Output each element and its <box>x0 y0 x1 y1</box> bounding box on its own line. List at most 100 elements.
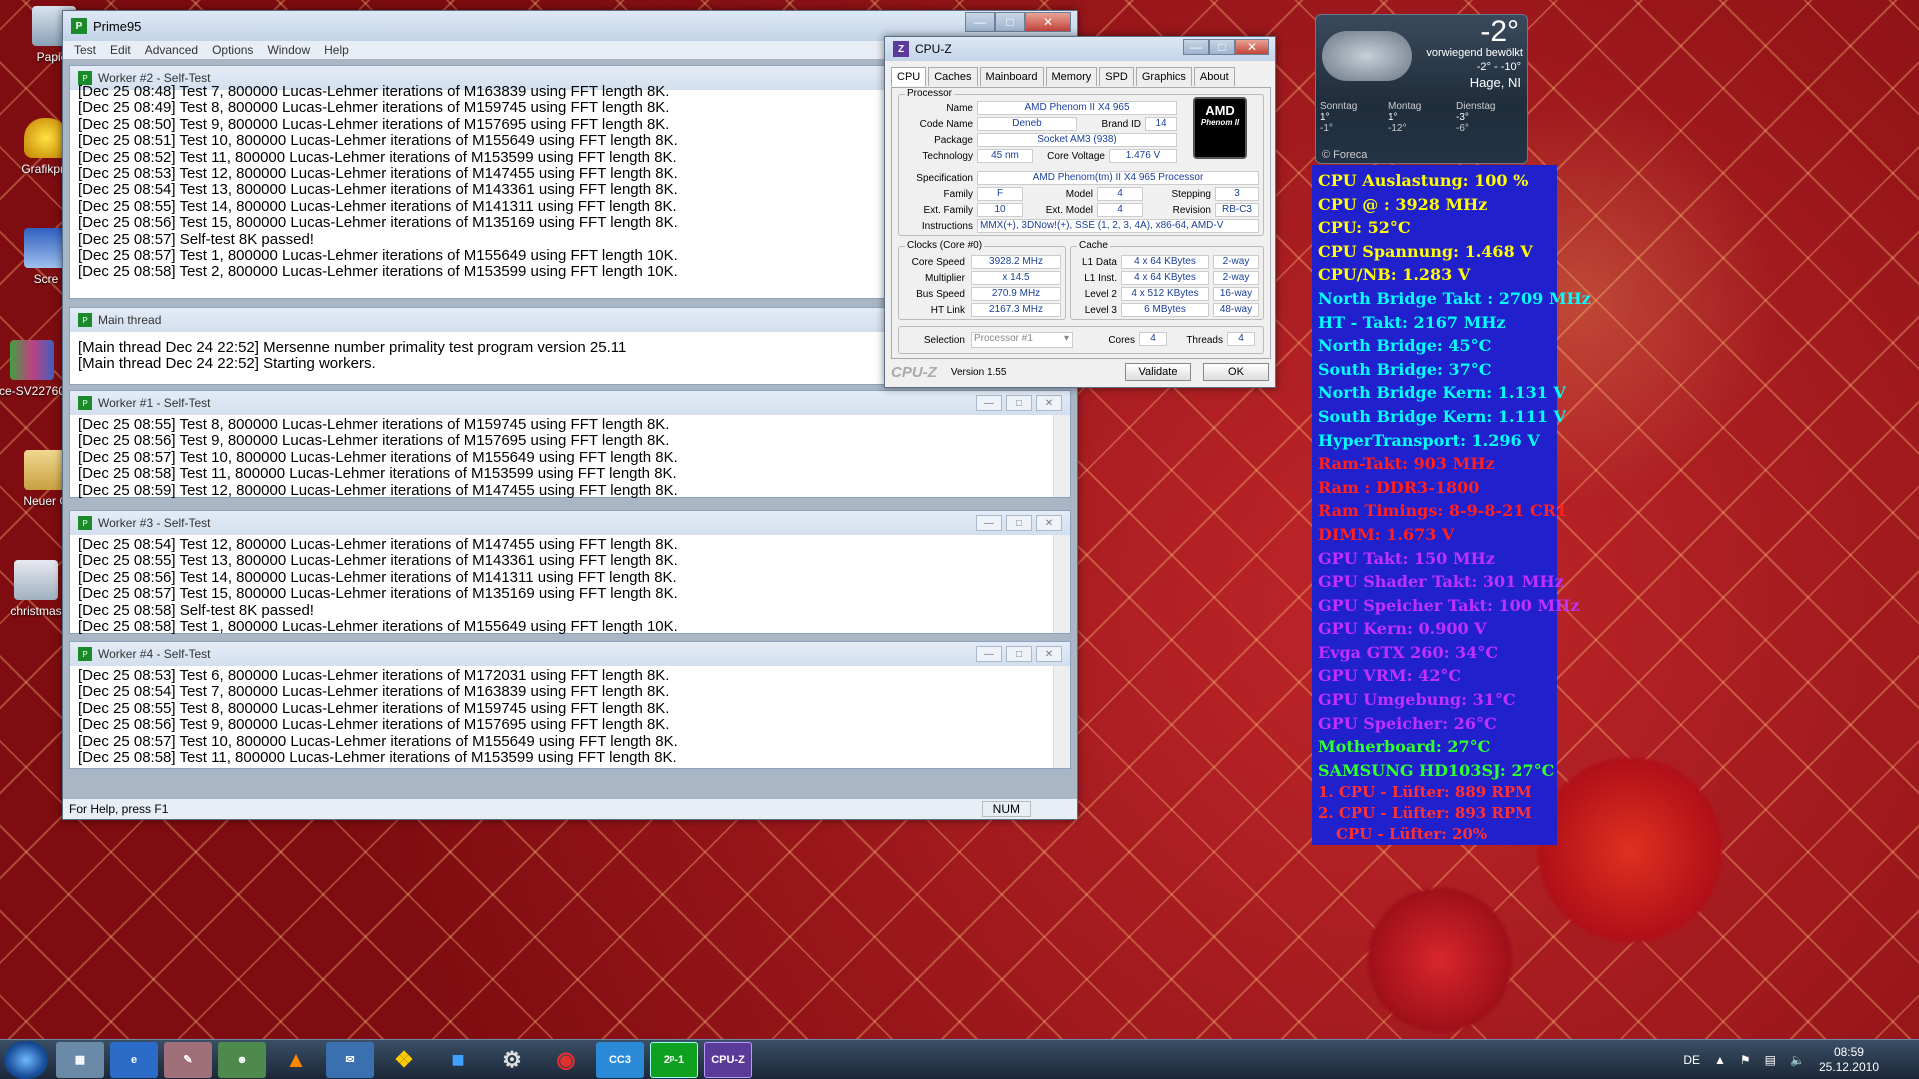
num-lock-indicator: NUM <box>981 801 1031 817</box>
cube-icon: ■ <box>451 1046 465 1072</box>
ie-icon: e <box>130 1053 138 1066</box>
close-button[interactable]: ✕ <box>1036 515 1062 531</box>
minimize-button[interactable]: — <box>976 395 1002 411</box>
log-line: [Dec 25 08:58] Test 11, 800000 Lucas-Leh… <box>78 465 677 483</box>
log-line: [Dec 25 08:58] Self-test 8K passed! <box>78 601 314 619</box>
maximize-button[interactable]: □ <box>1006 395 1032 411</box>
vertical-scrollbar[interactable] <box>1053 415 1070 497</box>
sensor-line: CPU - Lüfter: 20% <box>1336 825 1488 844</box>
maximize-button[interactable]: □ <box>1209 39 1235 55</box>
system-tray: DE ▲ ⚑ ▤ 🔈 08:59 25.12.2010 <box>1683 1045 1919 1075</box>
log-line: [Dec 25 08:59] Test 12, 800000 Lucas-Leh… <box>78 481 678 499</box>
taskbar-app-steam[interactable]: ⚙ <box>488 1042 536 1078</box>
l1-inst-field: 4 x 64 KBytes <box>1121 271 1209 285</box>
close-button[interactable]: ✕ <box>1235 39 1269 55</box>
browser-icon: ◉ <box>556 1046 576 1072</box>
sensor-line: Evga GTX 260: 34°C <box>1318 642 1499 662</box>
close-button[interactable]: ✕ <box>1036 646 1062 662</box>
worker4-window: P Worker #4 - Self-Test — □ ✕ [Dec 25 08:53… <box>69 641 1071 769</box>
menu-advanced[interactable]: Advanced <box>138 41 205 59</box>
log-line: [Dec 25 08:57] Test 15, 800000 Lucas-Leh… <box>78 585 678 603</box>
close-button[interactable]: ✕ <box>1036 395 1062 411</box>
taskbar-app-outlook[interactable]: ✉ <box>326 1041 374 1078</box>
menu-window[interactable]: Window <box>260 41 317 59</box>
processor-select[interactable]: Processor #1 ▾ <box>971 332 1073 348</box>
taskbar-app-ie[interactable]: e <box>110 1041 158 1078</box>
log-line: [Dec 25 08:54] Test 7, 800000 Lucas-Lehm… <box>78 683 670 701</box>
show-hidden-icons-arrow-icon[interactable]: ▲ <box>1714 1053 1726 1067</box>
instructions-field: MMX(+), 3DNow!(+), SSE (1, 2, 3, 4A), x8… <box>977 219 1259 233</box>
cpuz-titlebar[interactable]: Z CPU-Z — □ ✕ <box>885 37 1275 61</box>
cloud-icon <box>1322 31 1412 81</box>
menu-options[interactable]: Options <box>205 41 260 59</box>
mail-icon: ✉ <box>345 1054 355 1066</box>
vertical-scrollbar[interactable] <box>1053 535 1070 633</box>
tab-caches[interactable]: Caches <box>928 67 978 86</box>
tab-spd[interactable]: SPD <box>1099 67 1134 86</box>
taskbar-app-cpuz[interactable]: CPU-Z <box>704 1041 752 1078</box>
sensor-line: Ram Timings: 8-9-8-21 CR1 <box>1318 501 1568 521</box>
weather-gadget[interactable]: -2° vorwiegend bewölkt -2° - -10° Hage, … <box>1315 14 1528 164</box>
status-bar: For Help, press F1 NUM <box>63 799 1077 819</box>
taskbar-app-vlc[interactable]: ▲ <box>272 1042 320 1078</box>
sensor-line: SAMSUNG HD103SJ: 27°C <box>1318 760 1555 780</box>
tab-cpu[interactable]: CPU <box>891 67 927 86</box>
minimize-button[interactable]: — <box>965 12 995 32</box>
worker1-titlebar[interactable]: P Worker #1 - Self-Test — □ ✕ <box>70 391 1070 415</box>
log-line: [Dec 25 08:58] Test 11, 800000 Lucas-Leh… <box>78 749 677 767</box>
temperature-range: -2° - -10° <box>1476 61 1521 73</box>
taskbar-app-scripts[interactable]: ❖ <box>380 1042 428 1078</box>
minimize-button[interactable]: — <box>976 515 1002 531</box>
vertical-scrollbar[interactable] <box>1053 666 1070 768</box>
sensor-line: GPU VRM: 42°C <box>1318 666 1462 686</box>
menu-help[interactable]: Help <box>317 41 356 59</box>
taskbar-app-people[interactable]: ☻ <box>218 1041 266 1078</box>
prime95-icon: 2ᵖ-1 <box>663 1053 685 1066</box>
forecast-row: Sonntag 1° -1° Montag 1° -12° Dienstag -3° -6° <box>1320 101 1520 134</box>
worker3-titlebar[interactable]: P Worker #3 - Self-Test — □ ✕ <box>70 511 1070 535</box>
window-title: Prime95 <box>93 18 142 34</box>
sensor-line: Motherboard: 27°C <box>1318 737 1491 757</box>
log-line: [Dec 25 08:55] Test 13, 800000 Lucas-Leh… <box>78 552 678 570</box>
folder-icon <box>14 560 58 600</box>
tab-about[interactable]: About <box>1193 67 1235 86</box>
taskbar: ▦ e ✎ ☻ ▲ ✉ ❖ ■ ⚙ ◉ CC3 2ᵖ-1 CPU-Z DE ▲ … <box>0 1039 1919 1079</box>
technology-field: 45 nm <box>977 149 1033 163</box>
tab-mainboard[interactable]: Mainboard <box>979 67 1044 86</box>
taskbar-app-cc3[interactable]: CC3 <box>596 1041 644 1078</box>
taskbar-app-maxthon[interactable]: ◉ <box>542 1042 590 1078</box>
taskbar-app-paint[interactable]: ✎ <box>164 1041 212 1078</box>
sensor-line: 2. CPU - Lüfter: 893 RPM <box>1318 804 1532 823</box>
action-center-flag-icon[interactable]: ⚑ <box>1740 1053 1751 1067</box>
clocks-group: Clocks (Core #0) Core Speed 3928.2 MHz M… <box>898 240 1066 320</box>
specification-field: AMD Phenom(tm) II X4 965 Processor <box>977 171 1259 185</box>
taskbar-app-3d[interactable]: ■ <box>434 1042 482 1078</box>
taskbar-app-explorer[interactable]: ▦ <box>56 1041 104 1078</box>
tab-graphics[interactable]: Graphics <box>1135 67 1192 86</box>
tab-memory[interactable]: Memory <box>1045 67 1098 86</box>
ext-family-field: 10 <box>977 203 1023 217</box>
worker4-titlebar[interactable]: P Worker #4 - Self-Test — □ ✕ <box>70 642 1070 666</box>
minimize-button[interactable]: — <box>1183 39 1209 55</box>
close-button[interactable]: ✕ <box>1025 12 1071 32</box>
validate-button[interactable]: Validate <box>1125 363 1191 381</box>
maximize-button[interactable]: □ <box>995 12 1025 32</box>
cores-field: 4 <box>1139 332 1167 346</box>
cpuz-footer: CPU-Z Version 1.55 Validate OK <box>891 361 1269 383</box>
forecast-day: Sonntag 1° -1° <box>1320 101 1358 134</box>
language-indicator[interactable]: DE <box>1683 1053 1700 1067</box>
start-button[interactable] <box>4 1040 48 1079</box>
network-icon[interactable]: ▤ <box>1765 1053 1776 1067</box>
l3-field: 6 MBytes <box>1121 303 1209 317</box>
cpu-tab-panel: Processor Name AMD Phenom II X4 965 Code… <box>891 87 1271 359</box>
taskbar-app-prime95[interactable]: 2ᵖ-1 <box>650 1041 698 1078</box>
volume-icon[interactable]: 🔈 <box>1790 1053 1805 1067</box>
l3-assoc: 48-way <box>1213 303 1259 317</box>
menu-test[interactable]: Test <box>67 41 103 59</box>
maximize-button[interactable]: □ <box>1006 515 1032 531</box>
menu-edit[interactable]: Edit <box>103 41 138 59</box>
minimize-button[interactable]: — <box>976 646 1002 662</box>
clock[interactable]: 08:59 25.12.2010 <box>1819 1045 1879 1075</box>
maximize-button[interactable]: □ <box>1006 646 1032 662</box>
ok-button[interactable]: OK <box>1203 363 1269 381</box>
